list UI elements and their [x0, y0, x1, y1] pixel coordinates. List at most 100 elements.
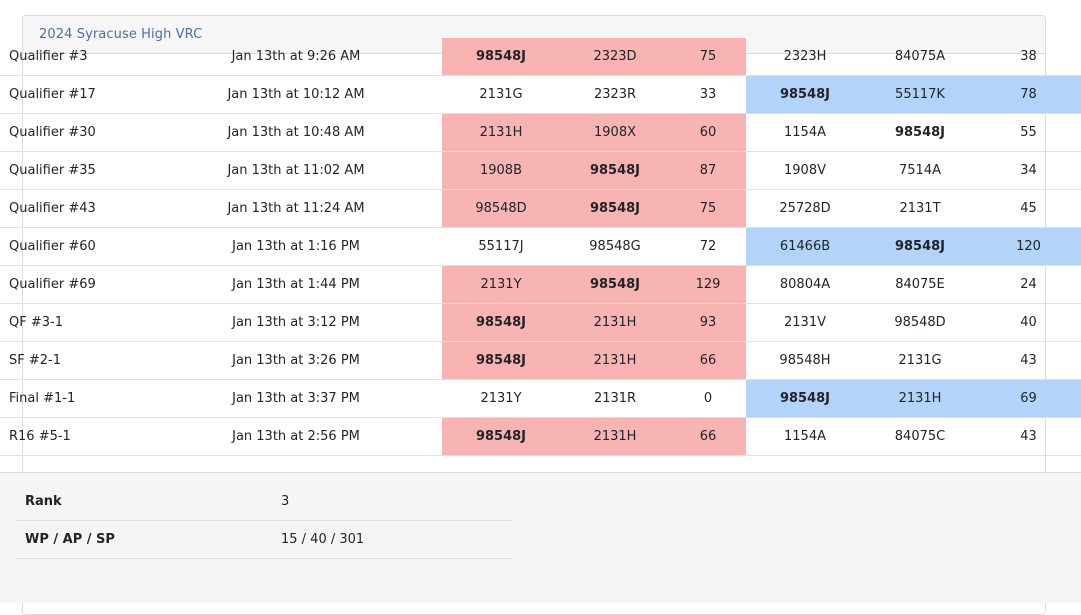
- blue-team: 2131V: [746, 303, 864, 342]
- match-row[interactable]: Qualifier #43 Jan 13th at 11:24 AM 98548D 9…: [0, 189, 1081, 228]
- blue-team: 2131H: [864, 379, 976, 418]
- match-name: Qualifier #17: [0, 75, 150, 114]
- blue-team: 98548J: [864, 113, 976, 152]
- red-team: 2131G: [442, 75, 560, 114]
- match-time: Jan 13th at 10:48 AM: [150, 113, 442, 152]
- match-row[interactable]: Qualifier #69 Jan 13th at 1:44 PM 2131Y 985…: [0, 265, 1081, 304]
- blue-team: 61466B: [746, 227, 864, 266]
- red-score: 72: [670, 227, 746, 266]
- blue-team: 98548H: [746, 341, 864, 380]
- match-time: Jan 13th at 11:24 AM: [150, 189, 442, 228]
- blue-score: 120: [976, 227, 1081, 266]
- red-team: 2131H: [442, 113, 560, 152]
- red-score: 66: [670, 341, 746, 380]
- match-time: Jan 13th at 3:26 PM: [150, 341, 442, 380]
- match-name: Qualifier #35: [0, 151, 150, 190]
- red-score: 66: [670, 417, 746, 456]
- red-team: 1908B: [442, 151, 560, 190]
- stats-row-wp-ap-sp: WP / AP / SP 15 / 40 / 301: [16, 520, 513, 559]
- blue-team: 1154A: [746, 113, 864, 152]
- matches-table: Qualifier #3 Jan 13th at 9:26 AM 98548J 232…: [0, 38, 1081, 456]
- match-time: Jan 13th at 3:12 PM: [150, 303, 442, 342]
- red-team: 98548J: [442, 303, 560, 342]
- blue-team: 98548D: [864, 303, 976, 342]
- blue-team: 84075A: [864, 38, 976, 76]
- blue-score: 55: [976, 113, 1081, 152]
- blue-score: 38: [976, 38, 1081, 76]
- blue-team: 98548J: [864, 227, 976, 266]
- match-row[interactable]: Qualifier #17 Jan 13th at 10:12 AM 2131G 23…: [0, 75, 1081, 114]
- match-name: SF #2-1: [0, 341, 150, 380]
- red-team: 98548J: [560, 151, 670, 190]
- red-team: 98548J: [442, 38, 560, 76]
- match-row[interactable]: Qualifier #30 Jan 13th at 10:48 AM 2131H 19…: [0, 113, 1081, 152]
- red-team: 2131R: [560, 379, 670, 418]
- matches-table-body: Qualifier #3 Jan 13th at 9:26 AM 98548J 232…: [0, 38, 1081, 456]
- match-name: Qualifier #43: [0, 189, 150, 228]
- match-name: R16 #5-1: [0, 417, 150, 456]
- blue-score: 43: [976, 417, 1081, 456]
- blue-score: 34: [976, 151, 1081, 190]
- match-row[interactable]: SF #2-1 Jan 13th at 3:26 PM 98548J 2131H 66 9…: [0, 341, 1081, 380]
- blue-score: 69: [976, 379, 1081, 418]
- match-name: QF #3-1: [0, 303, 150, 342]
- stat-value: 3: [272, 483, 513, 521]
- match-name: Final #1-1: [0, 379, 150, 418]
- match-row[interactable]: QF #3-1 Jan 13th at 3:12 PM 98548J 2131H 93 2…: [0, 303, 1081, 342]
- match-row[interactable]: Final #1-1 Jan 13th at 3:37 PM 2131Y 2131R 0…: [0, 379, 1081, 418]
- match-row[interactable]: Qualifier #3 Jan 13th at 9:26 AM 98548J 232…: [0, 38, 1081, 76]
- red-score: 75: [670, 189, 746, 228]
- match-row[interactable]: Qualifier #60 Jan 13th at 1:16 PM 55117J 98…: [0, 227, 1081, 266]
- red-team: 98548J: [560, 189, 670, 228]
- match-time: Jan 13th at 9:26 AM: [150, 38, 442, 76]
- blue-team: 1908V: [746, 151, 864, 190]
- blue-team: 80804A: [746, 265, 864, 304]
- team-stats-table: Rank 3 WP / AP / SP 15 / 40 / 301: [16, 483, 513, 559]
- match-time: Jan 13th at 11:02 AM: [150, 151, 442, 190]
- blue-team: 55117K: [864, 75, 976, 114]
- red-team: 2323D: [560, 38, 670, 76]
- red-team: 2131H: [560, 303, 670, 342]
- match-time: Jan 13th at 3:37 PM: [150, 379, 442, 418]
- red-score: 33: [670, 75, 746, 114]
- red-score: 0: [670, 379, 746, 418]
- match-time: Jan 13th at 1:16 PM: [150, 227, 442, 266]
- match-name: Qualifier #69: [0, 265, 150, 304]
- red-team: 2131H: [560, 417, 670, 456]
- blue-team: 84075E: [864, 265, 976, 304]
- red-score: 75: [670, 38, 746, 76]
- red-team: 98548J: [560, 265, 670, 304]
- red-team: 98548J: [442, 341, 560, 380]
- red-team: 2131Y: [442, 265, 560, 304]
- red-team: 2323R: [560, 75, 670, 114]
- stat-label: Rank: [16, 483, 272, 521]
- match-time: Jan 13th at 2:56 PM: [150, 417, 442, 456]
- match-name: Qualifier #30: [0, 113, 150, 152]
- blue-team: 84075C: [864, 417, 976, 456]
- blue-team: 98548J: [746, 379, 864, 418]
- match-row[interactable]: R16 #5-1 Jan 13th at 2:56 PM 98548J 2131H 66…: [0, 417, 1081, 456]
- match-name: Qualifier #60: [0, 227, 150, 266]
- red-team: 2131Y: [442, 379, 560, 418]
- red-team: 1908X: [560, 113, 670, 152]
- red-score: 93: [670, 303, 746, 342]
- red-team: 98548J: [442, 417, 560, 456]
- blue-team: 98548J: [746, 75, 864, 114]
- blue-team: 25728D: [746, 189, 864, 228]
- blue-team: 7514A: [864, 151, 976, 190]
- team-stats-panel: Rank 3 WP / AP / SP 15 / 40 / 301: [0, 472, 1081, 603]
- stat-label: WP / AP / SP: [16, 520, 272, 559]
- blue-team: 2131T: [864, 189, 976, 228]
- stat-value: 15 / 40 / 301: [272, 520, 513, 559]
- red-team: 55117J: [442, 227, 560, 266]
- red-score: 129: [670, 265, 746, 304]
- stats-row-rank: Rank 3: [16, 483, 513, 521]
- blue-team: 2131G: [864, 341, 976, 380]
- red-score: 60: [670, 113, 746, 152]
- match-time: Jan 13th at 1:44 PM: [150, 265, 442, 304]
- blue-score: 43: [976, 341, 1081, 380]
- red-score: 87: [670, 151, 746, 190]
- blue-score: 78: [976, 75, 1081, 114]
- match-row[interactable]: Qualifier #35 Jan 13th at 11:02 AM 1908B 98…: [0, 151, 1081, 190]
- blue-team: 2323H: [746, 38, 864, 76]
